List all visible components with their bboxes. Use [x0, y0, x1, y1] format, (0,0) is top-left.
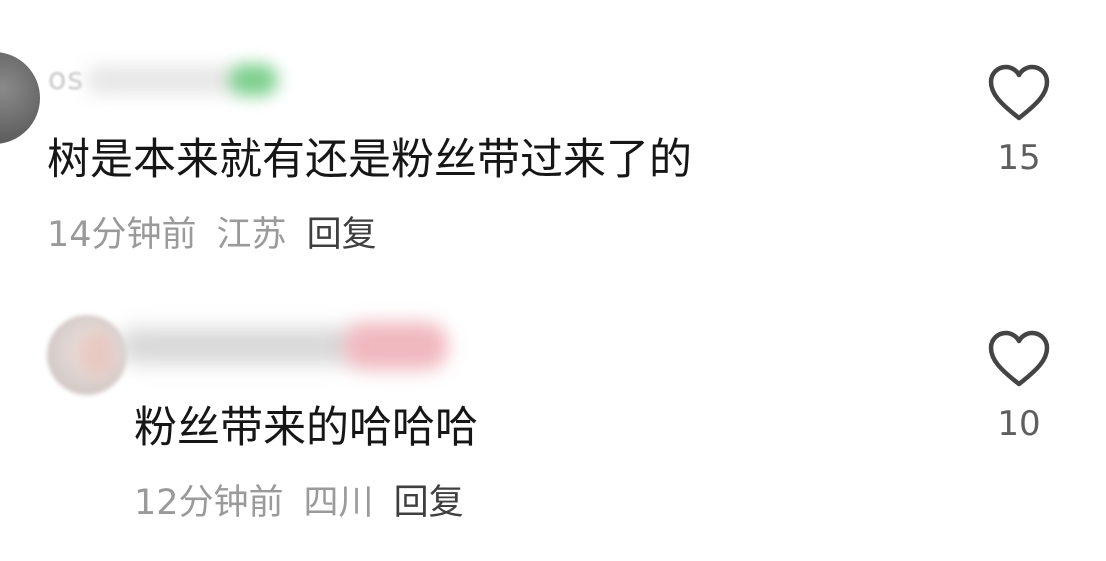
like-button[interactable]: 15 — [979, 64, 1059, 178]
avatar[interactable] — [0, 52, 40, 144]
comment-meta: 14分钟前 江苏 回复 — [47, 212, 377, 258]
comment-meta: 12分钟前 四川 回复 — [134, 480, 464, 526]
username-blurred[interactable] — [108, 320, 458, 376]
username-blurred[interactable]: os — [48, 62, 278, 98]
like-count: 15 — [997, 138, 1041, 178]
username-redaction — [86, 66, 236, 94]
comment-location: 江苏 — [216, 215, 287, 255]
comment-text: 树是本来就有还是粉丝带过来了的 — [47, 135, 692, 185]
username: os — [48, 62, 84, 97]
reply-button[interactable]: 回复 — [307, 215, 377, 255]
like-button[interactable]: 10 — [979, 330, 1059, 444]
comment-list: os 树是本来就有还是粉丝带过来了的 14分钟前 江苏 回复 15 粉丝带来的哈哈哈… — [0, 0, 1106, 561]
comment-location: 四川 — [303, 483, 374, 523]
heart-outline-icon — [988, 64, 1050, 121]
comment-time: 14分钟前 — [47, 215, 197, 255]
user-badge-redaction — [343, 322, 448, 370]
like-count: 10 — [997, 404, 1041, 444]
comment-text: 粉丝带来的哈哈哈 — [134, 403, 478, 453]
username-redaction — [118, 328, 358, 364]
reply-button[interactable]: 回复 — [394, 483, 464, 523]
comment-time: 12分钟前 — [134, 483, 284, 523]
heart-outline-icon — [988, 330, 1050, 387]
user-badge-redaction — [228, 64, 278, 96]
